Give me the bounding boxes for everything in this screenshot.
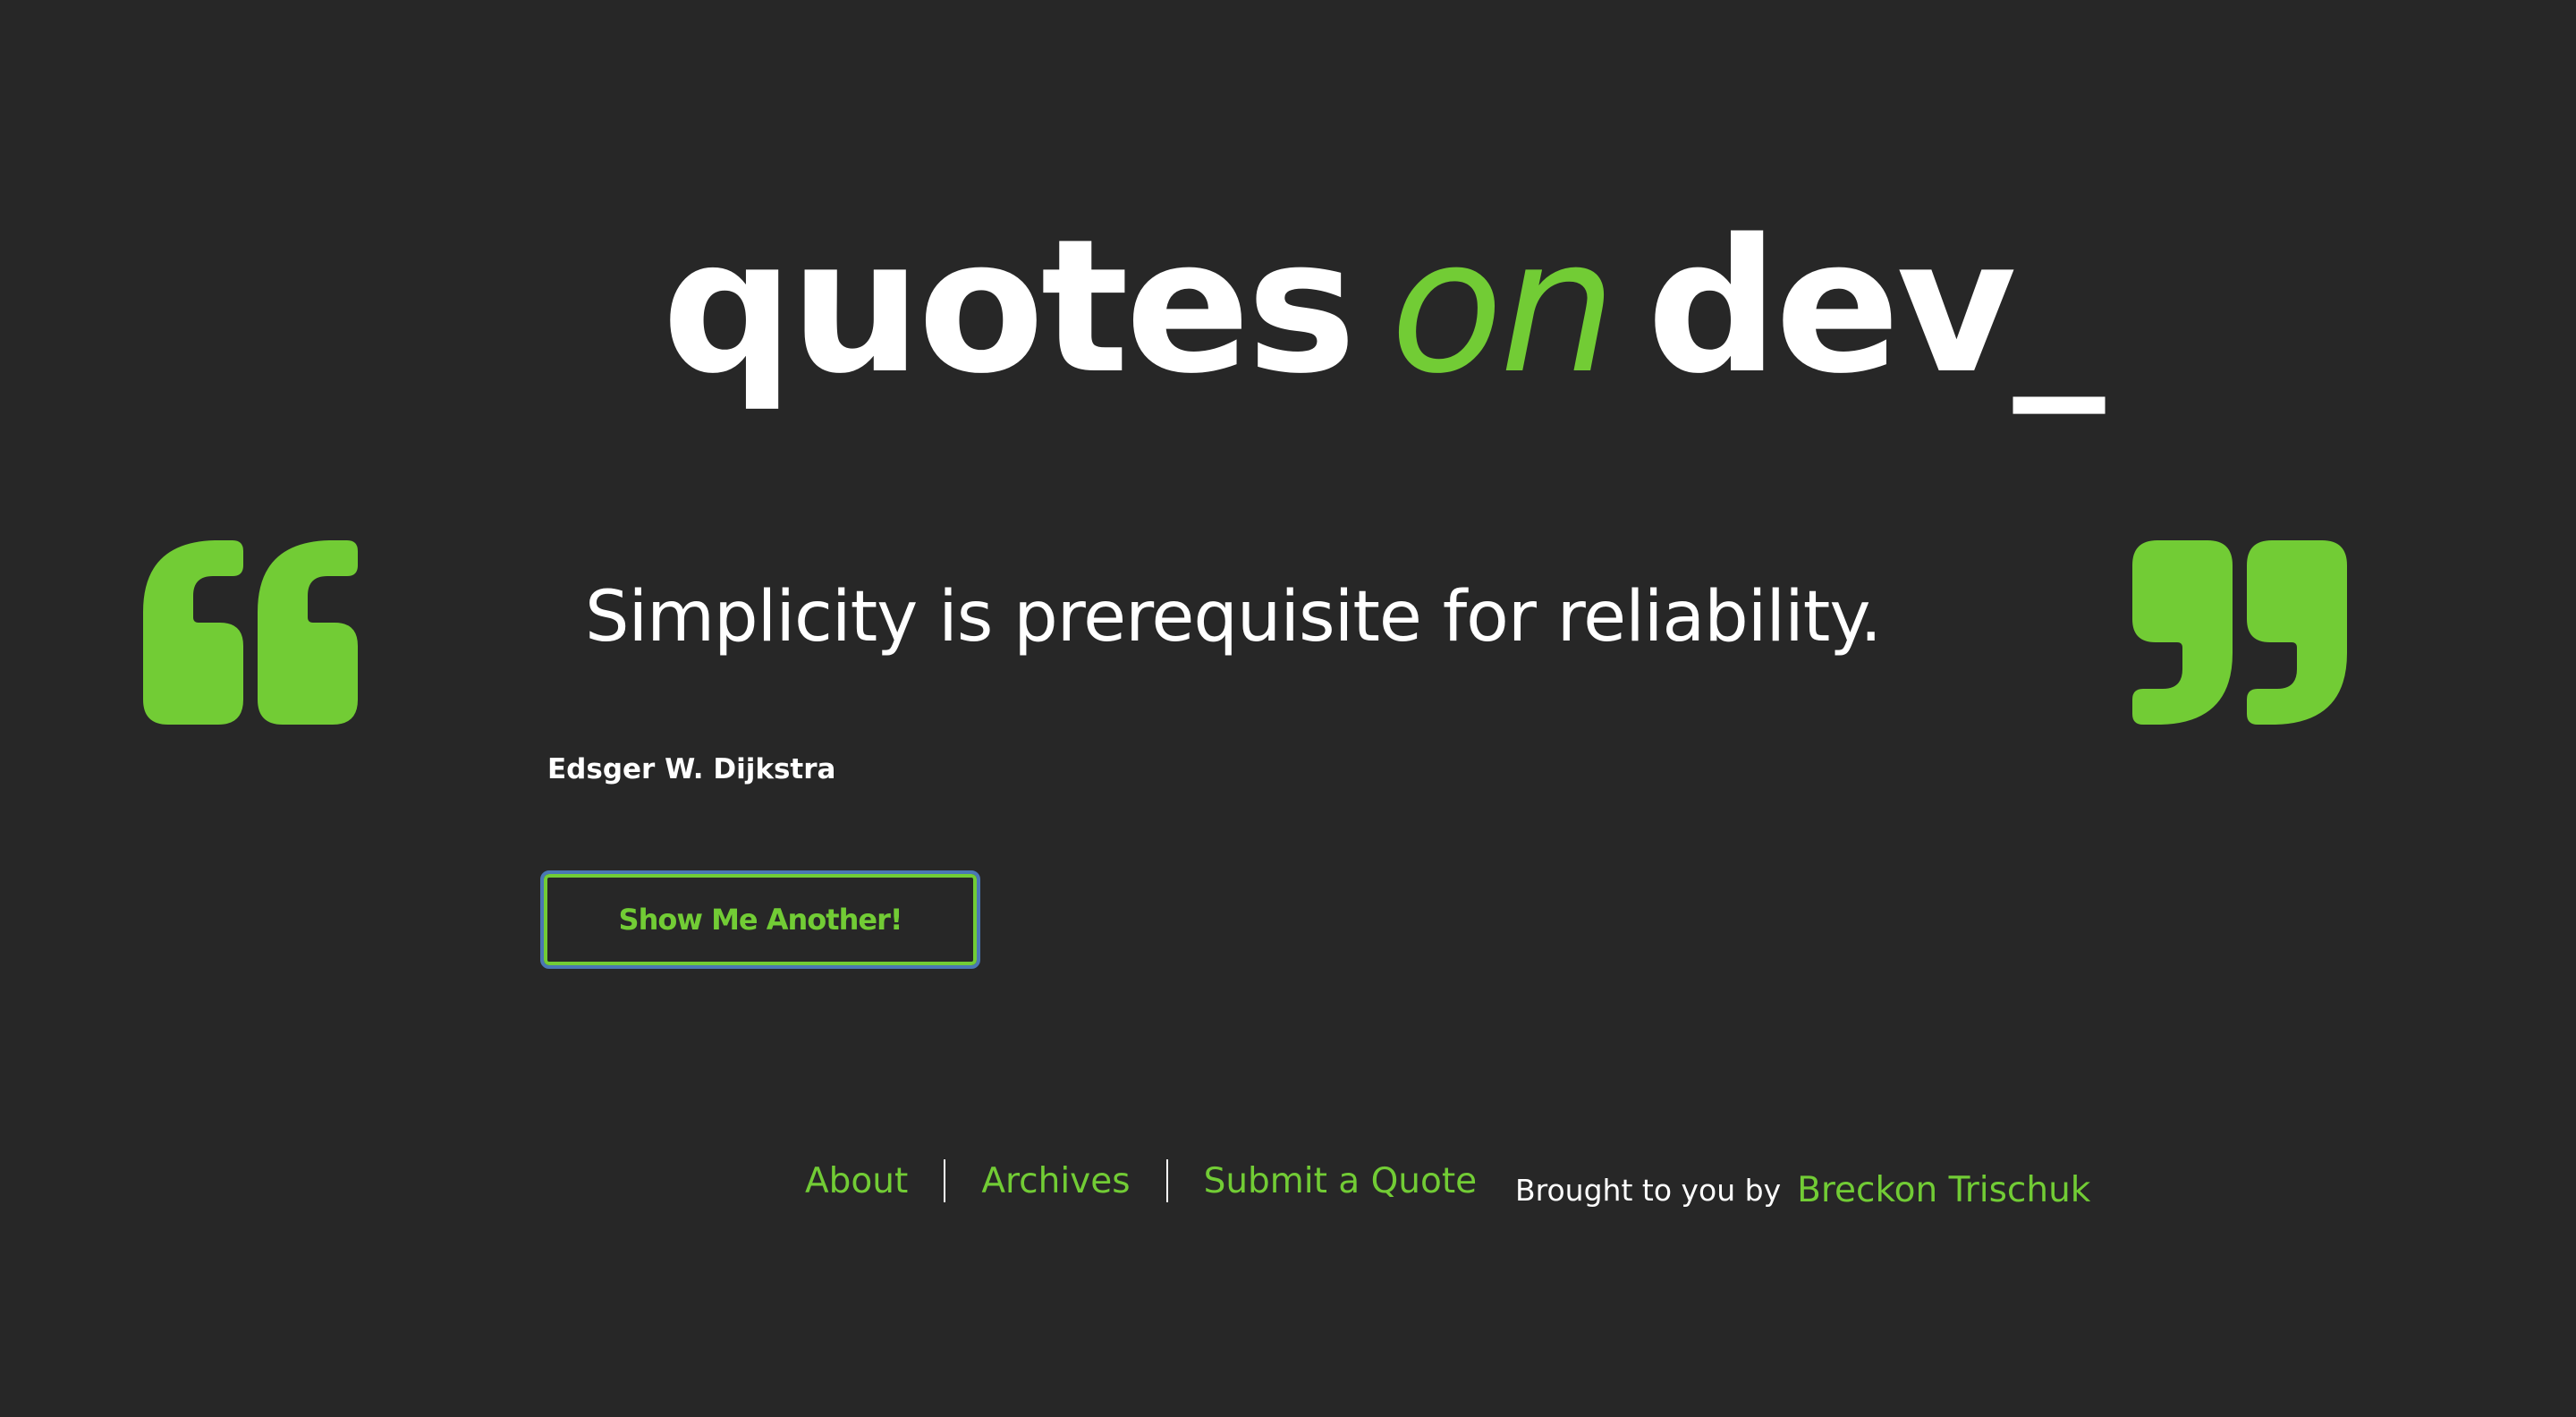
close-quote-icon bbox=[2132, 540, 2347, 725]
nav-link-about[interactable]: About bbox=[805, 1161, 908, 1201]
footer-nav: About Archives Submit a Quote bbox=[805, 1154, 1477, 1208]
nav-link-archives[interactable]: Archives bbox=[981, 1161, 1130, 1201]
quote-text: Simplicity is prerequisite for reliabili… bbox=[585, 577, 1882, 658]
nav-link-submit-quote[interactable]: Submit a Quote bbox=[1204, 1161, 1478, 1201]
logo-word-quotes: quotes bbox=[662, 199, 1356, 414]
site-logo[interactable]: quotes on dev_ bbox=[662, 215, 2106, 447]
quote-author: Edsger W. Dijkstra bbox=[547, 753, 836, 785]
show-another-button[interactable]: Show Me Another! bbox=[540, 870, 980, 969]
nav-divider bbox=[944, 1159, 946, 1202]
credit-author-link[interactable]: Breckon Trischuk bbox=[1797, 1170, 2090, 1210]
logo-word-on: on bbox=[1390, 199, 1616, 414]
credit-prefix: Brought to you by bbox=[1515, 1172, 1782, 1208]
nav-divider bbox=[1165, 1159, 1168, 1202]
footer-credit: Brought to you by Breckon Trischuk bbox=[1515, 1163, 2090, 1217]
logo-word-dev: dev_ bbox=[1647, 199, 2105, 414]
open-quote-icon bbox=[143, 540, 358, 725]
